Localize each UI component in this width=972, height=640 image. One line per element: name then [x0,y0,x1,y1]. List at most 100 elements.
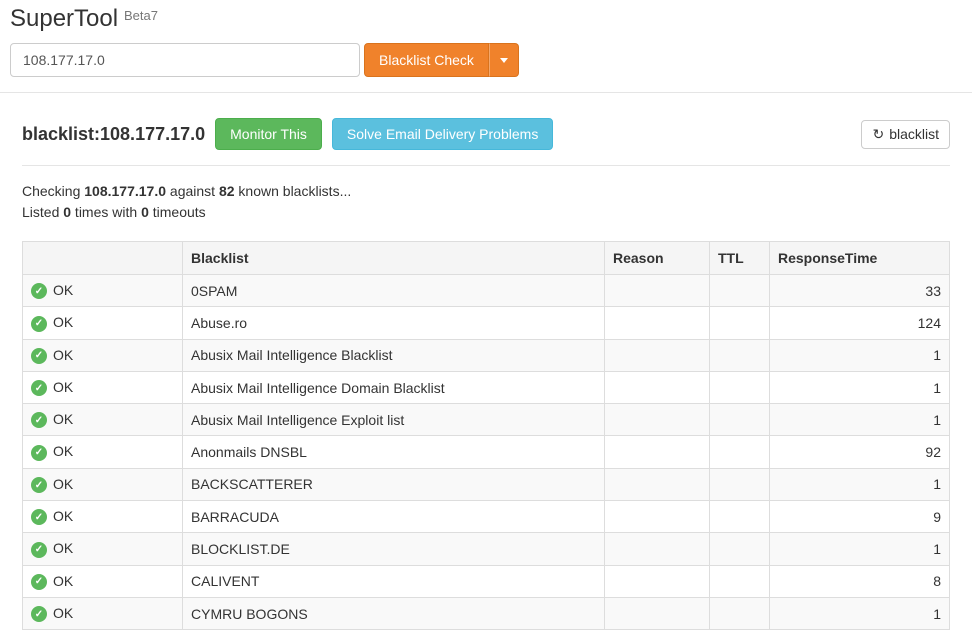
table-row: OKBARRACUDA9 [23,501,950,533]
response-time-cell: 1 [770,533,950,565]
check-button-group: Blacklist Check [364,43,519,77]
col-response-time: ResponseTime [770,242,950,275]
table-row: OK BACKSCATTERER 1 [23,468,950,500]
blacklist-cell: Abusix Mail Intelligence Blacklist [183,339,605,371]
ttl-cell [710,404,770,436]
status-cell: OK [23,339,183,371]
blacklist-cell: BLOCKLIST.DE [183,533,605,565]
ok-check-icon [31,542,47,558]
response-time-cell: 1 [770,597,950,629]
col-blacklist: Blacklist [183,242,605,275]
reason-cell [605,597,710,629]
status-cell: OK [23,307,183,339]
listed-count: 0 [63,204,71,220]
ttl-cell [710,371,770,403]
ttl-cell [710,565,770,597]
caret-down-icon [500,58,508,63]
response-time-cell: 92 [770,436,950,468]
status-text: OK [53,508,73,524]
ok-check-icon [31,316,47,332]
blacklist-cell: CALIVENT [183,565,605,597]
col-status [23,242,183,275]
refresh-blacklist-button[interactable]: blacklist [861,120,950,149]
response-time-cell: 1 [770,468,950,500]
ok-check-icon [31,283,47,299]
checking-mid: against [166,183,219,199]
status-text: OK [53,605,73,621]
ttl-cell [710,597,770,629]
status-text: OK [53,443,73,459]
reason-cell [605,307,710,339]
status-text: OK [53,540,73,556]
response-time-cell: 33 [770,275,950,307]
status-text: OK [53,411,73,427]
check-dropdown-button[interactable] [489,43,519,77]
checking-prefix: Checking [22,183,84,199]
status-cell: OK [23,436,183,468]
status-text: OK [53,347,73,363]
status-cell: OK [23,468,183,500]
lookup-input[interactable] [10,43,360,77]
ok-check-icon [31,412,47,428]
blacklist-cell: Abuse.ro [183,307,605,339]
ok-check-icon [31,380,47,396]
table-row: OK CYMRU BOGONS 1 [23,597,950,629]
beta-badge: Beta7 [124,8,158,23]
ttl-cell [710,275,770,307]
table-body: OK0SPAM33OKAbuse.ro124OKAbusix Mail Inte… [23,275,950,630]
ttl-cell [710,468,770,500]
blacklist-cell: BACKSCATTERER [183,468,605,500]
result-header: blacklist:108.177.17.0 Monitor This Solv… [22,118,950,150]
blacklist-check-button[interactable]: Blacklist Check [364,43,489,77]
divider [22,165,950,166]
reason-cell [605,436,710,468]
status-text: Checking 108.177.17.0 against 82 known b… [22,181,950,223]
app-title: SuperTool [10,5,118,33]
reason-cell [605,533,710,565]
listed-mid: times with [71,204,141,220]
reason-cell [605,371,710,403]
table-row: OK BLOCKLIST.DE 1 [23,533,950,565]
status-text: OK [53,573,73,589]
header-section: SuperTool Beta7 Blacklist Check [0,0,972,93]
response-time-cell: 1 [770,371,950,403]
table-row: OKAbuse.ro 124 [23,307,950,339]
monitor-this-button[interactable]: Monitor This [215,118,322,150]
table-row: OK CALIVENT 8 [23,565,950,597]
ttl-cell [710,501,770,533]
checking-suffix: known blacklists... [235,183,352,199]
ttl-cell [710,339,770,371]
refresh-label: blacklist [889,126,939,142]
solve-problems-button[interactable]: Solve Email Delivery Problems [332,118,553,150]
table-header-row: Blacklist Reason TTL ResponseTime [23,242,950,275]
ok-check-icon [31,477,47,493]
result-title: blacklist:108.177.17.0 [22,124,205,145]
content-section: blacklist:108.177.17.0 Monitor This Solv… [0,93,972,640]
status-text: OK [53,282,73,298]
table-row: OKAbusix Mail Intelligence Domain Blackl… [23,371,950,403]
blacklist-cell: BARRACUDA [183,501,605,533]
status-text: OK [53,476,73,492]
reason-cell [605,468,710,500]
checking-ip: 108.177.17.0 [84,183,166,199]
table-row: OKAnonmails DNSBL92 [23,436,950,468]
reason-cell [605,404,710,436]
response-time-cell: 8 [770,565,950,597]
response-time-cell: 124 [770,307,950,339]
status-cell: OK [23,501,183,533]
status-cell: OK [23,404,183,436]
col-reason: Reason [605,242,710,275]
status-cell: OK [23,533,183,565]
ok-check-icon [31,509,47,525]
table-row: OK0SPAM33 [23,275,950,307]
results-table: Blacklist Reason TTL ResponseTime OK0SPA… [22,241,950,630]
reason-cell [605,339,710,371]
status-cell: OK [23,597,183,629]
blacklist-cell: CYMRU BOGONS [183,597,605,629]
listed-prefix: Listed [22,204,63,220]
status-text: OK [53,379,73,395]
ok-check-icon [31,348,47,364]
status-cell: OK [23,565,183,597]
response-time-cell: 1 [770,339,950,371]
status-cell: OK [23,371,183,403]
